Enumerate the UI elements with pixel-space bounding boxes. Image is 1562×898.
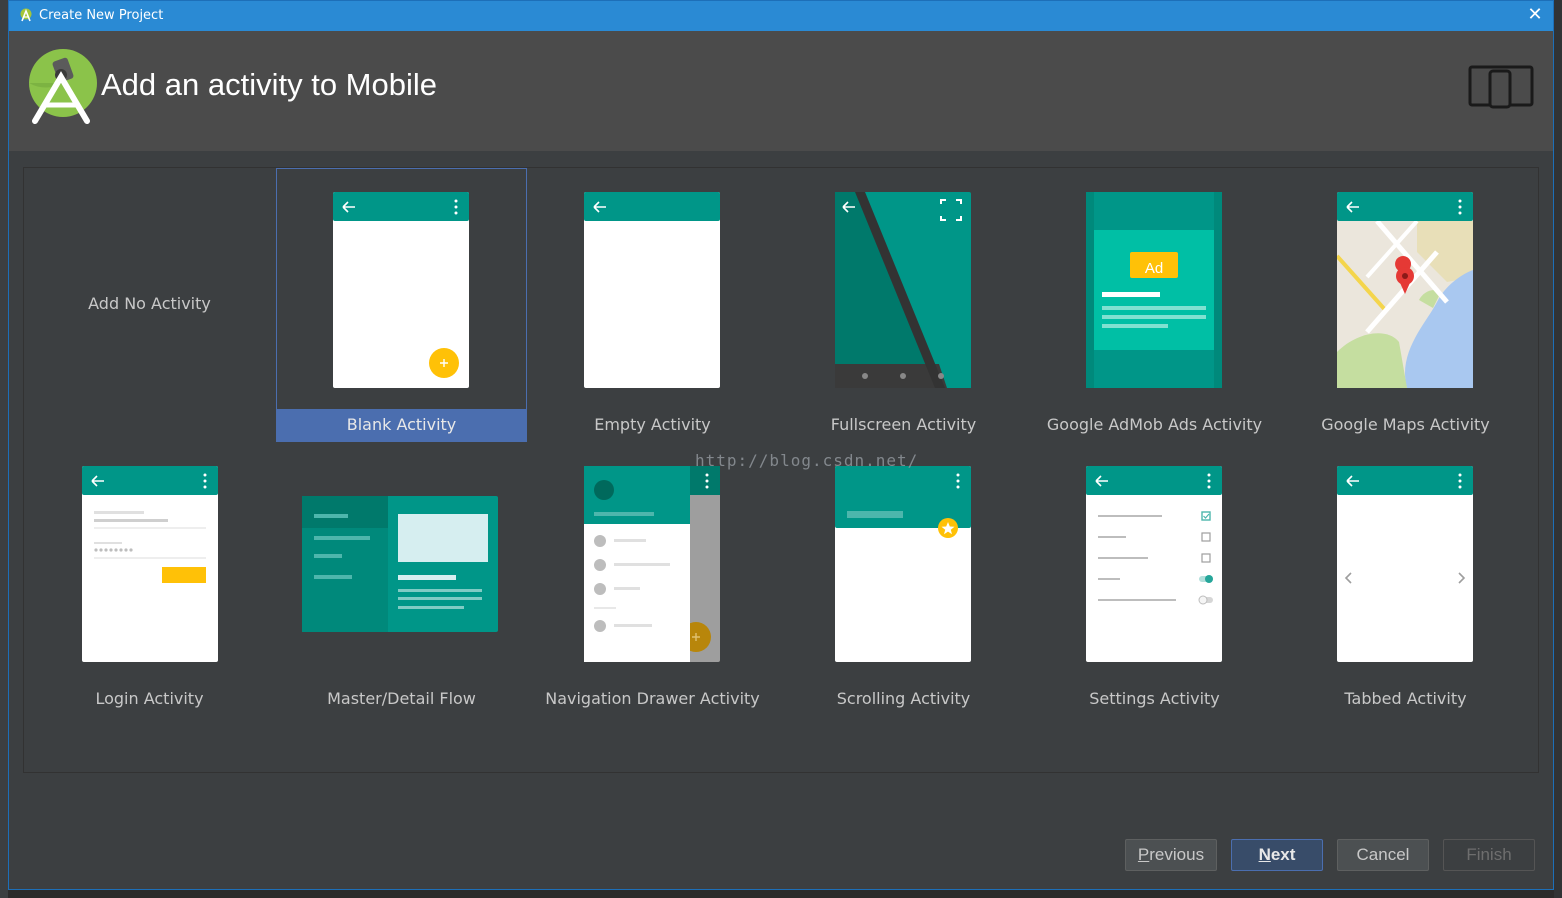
page-heading: Add an activity to Mobile [101, 67, 438, 102]
dialog-header: Add an activity to Mobile [9, 31, 1553, 151]
ad-badge: Ad [1144, 260, 1164, 277]
tile-label: Tabbed Activity [1344, 689, 1467, 708]
android-studio-icon [20, 8, 32, 22]
tile-fullscreen-activity[interactable]: Fullscreen Activity [778, 168, 1029, 442]
tile-label: Google Maps Activity [1321, 415, 1490, 434]
tile-label: Fullscreen Activity [830, 415, 977, 434]
tile-label: Add No Activity [88, 294, 211, 313]
tile-admob-activity[interactable]: Ad Google AdMob Ads Activity [1029, 168, 1280, 442]
empty-activity-thumbnail [584, 192, 720, 388]
tile-label: Navigation Drawer Activity [545, 689, 760, 708]
title-bar: Create New Project ✕ [9, 1, 1553, 31]
cancel-button[interactable]: Cancel [1337, 839, 1429, 871]
tile-label: Master/Detail Flow [327, 689, 476, 708]
tabbed-activity-thumbnail [1337, 466, 1473, 662]
tile-label: Blank Activity [277, 409, 526, 441]
tile-settings-activity[interactable]: Settings Activity [1029, 442, 1280, 716]
tile-master-detail-flow[interactable]: Master/Detail Flow [276, 442, 527, 716]
finish-button: Finish [1443, 839, 1535, 871]
scrolling-activity-thumbnail [835, 466, 971, 662]
right-edge-strip [1554, 0, 1562, 898]
admob-activity-thumbnail [1086, 192, 1222, 388]
previous-label-rest: revious [1149, 845, 1205, 864]
next-mnemonic: N [1258, 845, 1271, 864]
master-detail-thumbnail [302, 496, 498, 632]
tile-label: Empty Activity [594, 415, 711, 434]
settings-activity-thumbnail [1086, 466, 1222, 662]
tile-label: Google AdMob Ads Activity [1046, 415, 1263, 434]
close-icon[interactable]: ✕ [1525, 5, 1545, 25]
next-label-rest: ext [1270, 845, 1296, 864]
left-edge-strip [0, 0, 8, 898]
previous-button[interactable]: Previous [1125, 839, 1217, 871]
tile-add-no-activity[interactable]: Add No Activity [24, 168, 275, 442]
tile-label: Scrolling Activity [836, 689, 971, 708]
tile-label: Login Activity [95, 689, 204, 708]
window-title: Create New Project [39, 8, 164, 23]
fullscreen-activity-thumbnail [835, 192, 971, 388]
tile-login-activity[interactable]: Login Activity [24, 442, 275, 716]
watermark-text: http://blog.csdn.net/ [695, 451, 919, 470]
login-activity-thumbnail [82, 466, 218, 662]
tile-maps-activity[interactable]: Google Maps Activity [1280, 168, 1531, 442]
create-project-dialog: Create New Project ✕ Add an activity to … [8, 0, 1554, 890]
tile-scrolling-activity[interactable]: Scrolling Activity [778, 442, 1029, 716]
android-studio-logo [29, 49, 97, 124]
tile-empty-activity[interactable]: Empty Activity [527, 168, 778, 442]
blank-activity-thumbnail [333, 192, 469, 388]
tile-blank-activity[interactable]: Blank Activity [276, 168, 527, 442]
activity-gallery: Add No Activity Blank Activity Empty Act… [23, 167, 1539, 773]
navigation-drawer-thumbnail [584, 466, 720, 662]
maps-activity-thumbnail [1337, 192, 1473, 388]
tile-label: Settings Activity [1089, 689, 1220, 708]
previous-mnemonic: P [1137, 845, 1150, 864]
phone-tablet-icon [1468, 65, 1534, 109]
tile-tabbed-activity[interactable]: Tabbed Activity [1280, 442, 1531, 716]
next-button[interactable]: Next [1231, 839, 1323, 871]
tile-navigation-drawer-activity[interactable]: Navigation Drawer Activity [527, 442, 778, 716]
